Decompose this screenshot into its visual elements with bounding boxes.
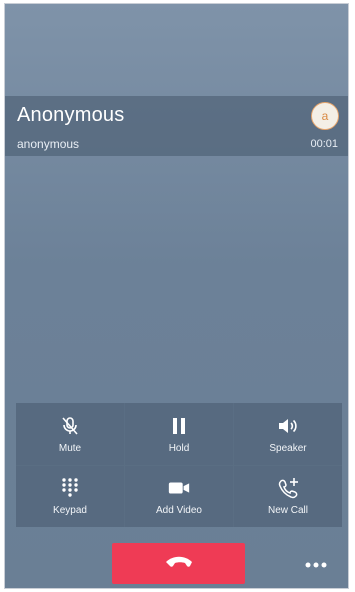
call-duration: 00:01 bbox=[310, 138, 338, 150]
speaker-icon bbox=[276, 414, 300, 438]
add-video-label: Add Video bbox=[156, 505, 202, 517]
keypad-button[interactable]: Keypad bbox=[16, 465, 124, 527]
call-controls: Mute Hold Speaker Keypad Add Video New C… bbox=[16, 403, 342, 527]
keypad-label: Keypad bbox=[53, 505, 87, 517]
hold-button[interactable]: Hold bbox=[125, 403, 233, 465]
speaker-label: Speaker bbox=[269, 442, 307, 454]
new-call-button[interactable]: New Call bbox=[234, 465, 342, 527]
call-screen: Anonymous anonymous 00:01 a Mute Hold Sp… bbox=[4, 3, 349, 589]
add-video-button[interactable]: Add Video bbox=[125, 465, 233, 527]
pause-icon bbox=[167, 414, 191, 438]
mute-label: Mute bbox=[58, 442, 82, 454]
keypad-icon bbox=[58, 476, 82, 500]
caller-subtitle: anonymous bbox=[17, 137, 80, 151]
phone-plus-icon bbox=[276, 476, 300, 500]
caller-name: Anonymous bbox=[17, 104, 125, 126]
mute-button[interactable]: Mute bbox=[16, 403, 124, 465]
more-icon bbox=[305, 555, 327, 573]
new-call-label: New Call bbox=[267, 505, 308, 517]
end-call-icon bbox=[164, 554, 194, 573]
more-button[interactable] bbox=[301, 556, 331, 572]
end-call-button[interactable] bbox=[112, 543, 245, 584]
avatar: a bbox=[311, 102, 339, 130]
hold-label: Hold bbox=[168, 442, 190, 454]
avatar-initial: a bbox=[321, 109, 329, 123]
microphone-muted-icon bbox=[58, 414, 82, 438]
video-camera-icon bbox=[167, 476, 191, 500]
speaker-button[interactable]: Speaker bbox=[234, 403, 342, 465]
